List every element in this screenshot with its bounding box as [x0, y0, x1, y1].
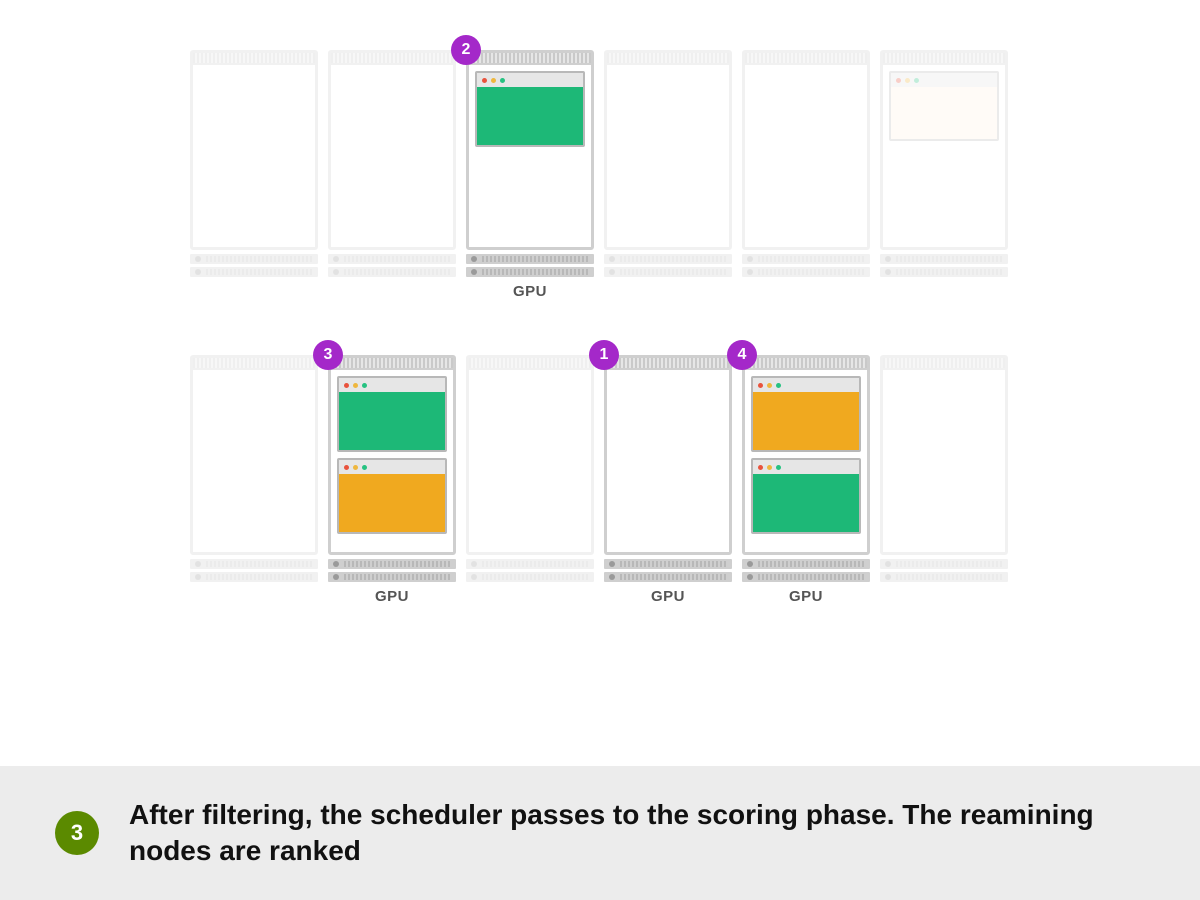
rank-badge: 1 [589, 340, 619, 370]
gpu-label: GPU [466, 283, 594, 300]
caption-text: After filtering, the scheduler passes to… [129, 797, 1160, 869]
pod-orange [337, 458, 447, 534]
node-r1n5 [742, 50, 870, 300]
node-r2n3 [466, 355, 594, 605]
pod-green [751, 458, 861, 534]
gpu-label: GPU [604, 588, 732, 605]
node-row-1: 2 GPU [190, 50, 1010, 300]
node-r1n1 [190, 50, 318, 300]
node-r2n6 [880, 355, 1008, 605]
node-r2n5: 4 GPU [742, 355, 870, 605]
step-badge: 3 [55, 811, 99, 855]
pod-green [337, 376, 447, 452]
gpu-label: GPU [328, 588, 456, 605]
gpu-label: GPU [742, 588, 870, 605]
pod-green [475, 71, 585, 147]
node-row-2: 3 GPU 1 GPU [190, 355, 1010, 605]
node-r1n3: 2 GPU [466, 50, 594, 300]
rank-badge: 4 [727, 340, 757, 370]
node-r1n4 [604, 50, 732, 300]
rank-badge: 2 [451, 35, 481, 65]
pod-cream [889, 71, 999, 141]
node-grid: 2 GPU [190, 50, 1010, 660]
rank-badge: 3 [313, 340, 343, 370]
node-r2n2: 3 GPU [328, 355, 456, 605]
pod-orange [751, 376, 861, 452]
node-r1n2 [328, 50, 456, 300]
node-r2n4: 1 GPU [604, 355, 732, 605]
node-r2n1 [190, 355, 318, 605]
caption-bar: 3 After filtering, the scheduler passes … [0, 766, 1200, 900]
node-r1n6 [880, 50, 1008, 300]
